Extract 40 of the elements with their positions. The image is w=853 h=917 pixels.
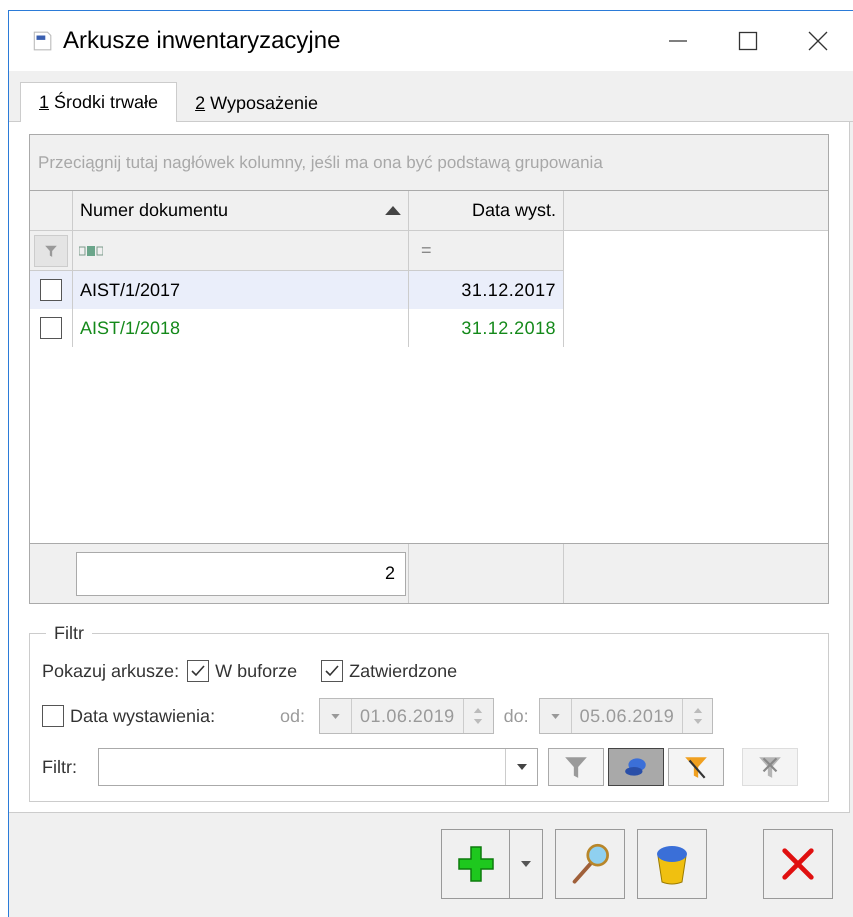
field-label: Filtr: — [42, 756, 78, 778]
window-title: Arkusze inwentaryzacyjne — [63, 26, 340, 56]
filter-tool-button[interactable] — [668, 748, 724, 786]
dropdown-icon[interactable] — [516, 764, 526, 770]
search-button[interactable] — [555, 829, 625, 899]
field-label: od: — [280, 704, 306, 728]
column-header[interactable]: Numer dokumentu — [73, 191, 409, 230]
checkbox[interactable] — [40, 279, 62, 301]
app-icon — [31, 30, 53, 52]
filter-tool-button[interactable] — [608, 748, 664, 786]
checkbox[interactable] — [40, 317, 62, 339]
checkbox-label: W buforze — [215, 660, 298, 682]
checkbox[interactable] — [187, 660, 210, 682]
filter-row-button[interactable] — [34, 234, 68, 266]
checkbox[interactable] — [321, 660, 344, 682]
date-value: 01.06.2019 — [359, 704, 456, 728]
date-value: 05.06.2019 — [578, 704, 676, 728]
table-cell: AIST/1/2018 — [73, 309, 409, 347]
table-cell: 31.12.2018 — [409, 309, 564, 347]
funnel-icon — [44, 244, 58, 258]
field-label: Pokazuj arkusze: — [42, 660, 180, 683]
checkbox[interactable] — [42, 705, 64, 727]
tab[interactable]: 1 Środki trwałe — [20, 82, 178, 122]
checkbox-label: Data wystawienia: — [70, 704, 216, 728]
add-button[interactable] — [441, 829, 543, 899]
plus-icon — [456, 844, 496, 884]
field-label: do: — [504, 704, 529, 728]
tab[interactable]: 2 Wyposażenie — [177, 85, 336, 121]
group-hint: Przeciągnij tutaj nagłówek kolumny, jeśli ma ona być podstawą grupowania — [30, 135, 828, 191]
check-icon — [324, 663, 340, 679]
checkbox-label: Zatwierdzone — [349, 660, 458, 682]
group-title: Filtr — [53, 622, 85, 645]
delete-button[interactable] — [637, 829, 707, 899]
check-icon — [190, 663, 206, 679]
count-field: 2 — [76, 552, 406, 596]
text-filter-icon[interactable] — [79, 246, 103, 256]
close-button[interactable] — [763, 829, 833, 899]
caret-icon[interactable] — [521, 861, 531, 867]
table-row[interactable]: AIST/1/2017 31.12.2017 — [30, 271, 564, 309]
column-header[interactable]: Data wyst. — [409, 191, 564, 230]
